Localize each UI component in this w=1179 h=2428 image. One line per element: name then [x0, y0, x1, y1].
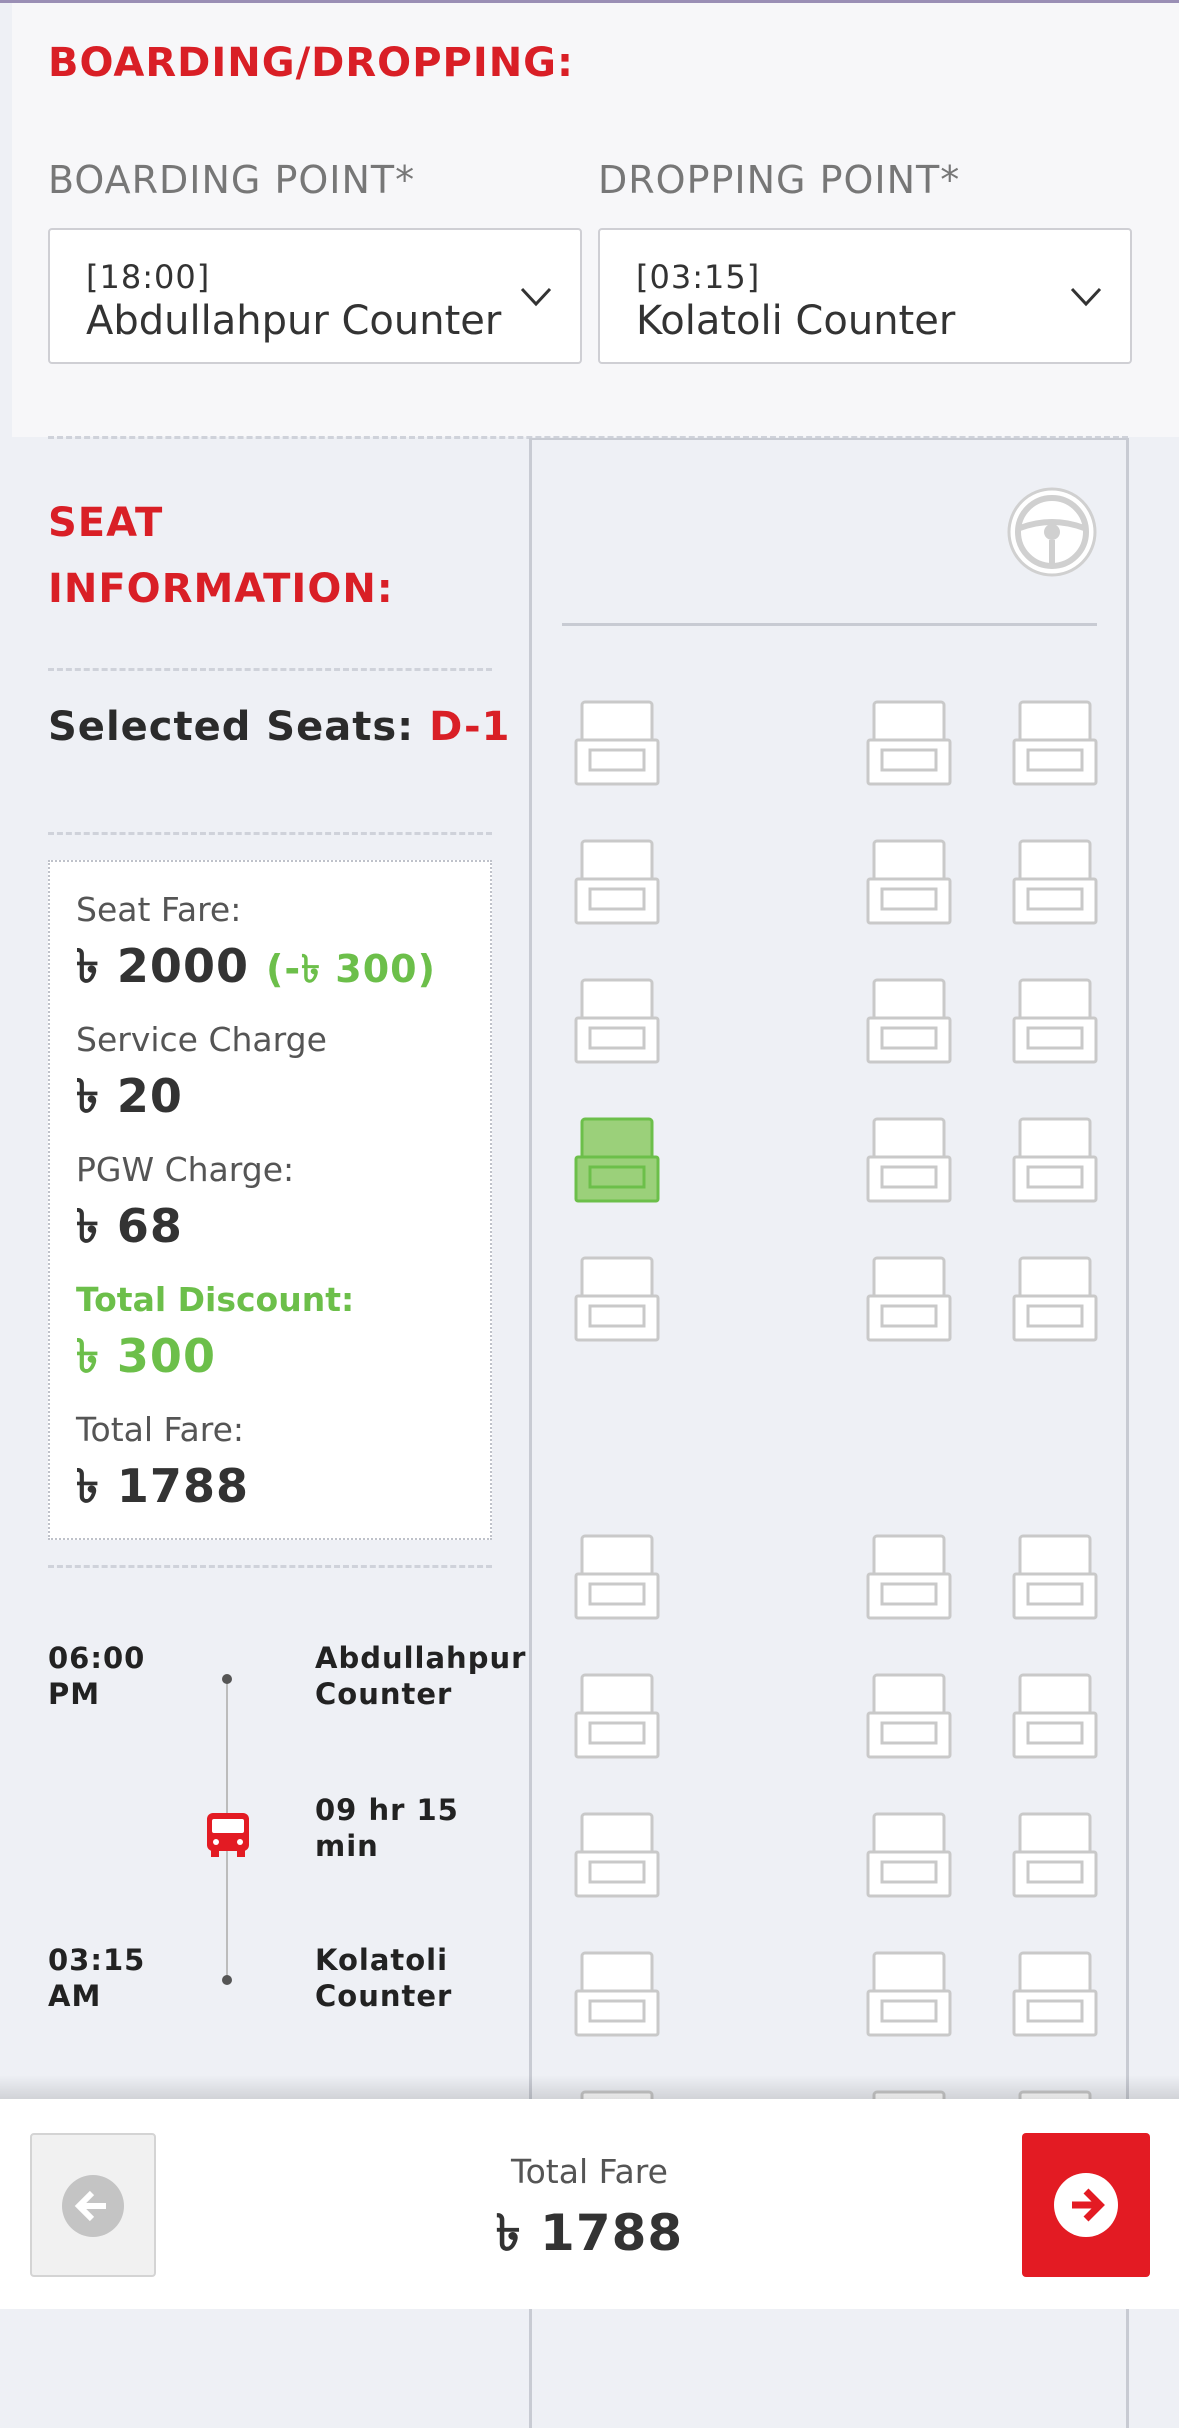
- seat-fare-amount: ৳ 2000: [76, 939, 249, 993]
- pgw-charge-value: ৳ 68: [76, 1199, 183, 1253]
- arrival-place-line1: Kolatoli: [315, 1943, 449, 1977]
- arrival-time-period: AM: [48, 1979, 102, 2013]
- seat[interactable]: [1012, 1673, 1098, 1759]
- total-discount-value: ৳ 300: [76, 1329, 216, 1383]
- seat[interactable]: [1012, 1534, 1098, 1620]
- dropping-time: [03:15]: [636, 258, 761, 296]
- departure-time-period: PM: [48, 1677, 101, 1711]
- duration-line1: 09 hr 15: [315, 1793, 459, 1827]
- service-charge-label: Service Charge: [76, 1020, 327, 1059]
- arrival-time: 03:15 AM: [48, 1942, 145, 2014]
- boarding-point-select[interactable]: [18:00] Abdullahpur Counter: [48, 228, 582, 364]
- seat-fare-value: ৳ 2000 (-৳ 300): [76, 932, 436, 1008]
- dropping-point-label: DROPPING POINT*: [598, 158, 961, 202]
- seat-fare-label: Seat Fare:: [76, 890, 242, 929]
- dropping-point-select[interactable]: [03:15] Kolatoli Counter: [598, 228, 1132, 364]
- duration-line2: min: [315, 1829, 379, 1863]
- seat-title-line1: SEAT: [48, 500, 164, 546]
- seat[interactable]: [866, 700, 952, 786]
- service-charge-value: ৳ 20: [76, 1069, 183, 1123]
- seat[interactable]: [574, 700, 660, 786]
- seat[interactable]: [1012, 1117, 1098, 1203]
- departure-place-line2: Counter: [315, 1677, 453, 1711]
- footer-total-label: Total Fare: [511, 2152, 668, 2191]
- seat[interactable]: [1012, 978, 1098, 1064]
- bus-icon: [207, 1813, 249, 1857]
- seat[interactable]: [866, 1256, 952, 1342]
- seat[interactable]: [574, 1673, 660, 1759]
- selected-seats-label: Selected Seats:: [48, 704, 415, 750]
- seat[interactable]: [1012, 839, 1098, 925]
- divider: [48, 1565, 492, 1568]
- seat[interactable]: [866, 839, 952, 925]
- seat[interactable]: [574, 1534, 660, 1620]
- fare-breakdown-card: Seat Fare: ৳ 2000 (-৳ 300) Service Charg…: [48, 860, 492, 1540]
- divider: [48, 832, 492, 835]
- seat[interactable]: [574, 839, 660, 925]
- seat-fare-discount: (-৳ 300): [265, 947, 436, 991]
- total-discount-label: Total Discount:: [76, 1280, 355, 1319]
- seat[interactable]: [866, 1673, 952, 1759]
- total-fare-label: Total Fare:: [76, 1410, 244, 1449]
- boarding-value: Abdullahpur Counter: [86, 298, 502, 344]
- chevron-down-icon: [520, 287, 552, 307]
- departure-place: Abdullahpur Counter: [315, 1640, 526, 1712]
- boarding-dropping-title: BOARDING/DROPPING:: [48, 40, 575, 86]
- seat[interactable]: [574, 1951, 660, 2037]
- seat[interactable]: [866, 1117, 952, 1203]
- arrival-place: Kolatoli Counter: [315, 1942, 452, 2014]
- seat[interactable]: [866, 1534, 952, 1620]
- pgw-charge-label: PGW Charge:: [76, 1150, 295, 1189]
- seat-information-title: SEAT INFORMATION:: [48, 490, 394, 622]
- bottom-shadow: [0, 2075, 1179, 2099]
- seat[interactable]: [1012, 1256, 1098, 1342]
- seat[interactable]: [1012, 1951, 1098, 2037]
- seat[interactable]: [574, 1812, 660, 1898]
- steering-wheel-icon: [1007, 487, 1097, 577]
- selected-seats-value: D-1: [429, 704, 511, 750]
- seat[interactable]: [866, 978, 952, 1064]
- seat[interactable]: [866, 1951, 952, 2037]
- seat-selected[interactable]: [574, 1117, 660, 1203]
- boarding-point-label: BOARDING POINT*: [48, 158, 416, 202]
- journey-duration: 09 hr 15 min: [315, 1792, 459, 1864]
- departure-time-value: 06:00: [48, 1641, 146, 1675]
- divider: [48, 668, 492, 671]
- seat[interactable]: [1012, 700, 1098, 786]
- seat[interactable]: [1012, 1812, 1098, 1898]
- chevron-down-icon: [1070, 287, 1102, 307]
- arrow-right-icon: [1054, 2173, 1118, 2237]
- departure-place-line1: Abdullahpur: [315, 1641, 527, 1675]
- footer-total-value: ৳ 1788: [495, 2204, 684, 2262]
- seat[interactable]: [574, 1256, 660, 1342]
- selected-seats: Selected Seats: D-1: [48, 704, 510, 750]
- seat-title-line2: INFORMATION:: [48, 566, 394, 612]
- seat[interactable]: [866, 1812, 952, 1898]
- driver-divider: [562, 623, 1097, 626]
- arrival-time-value: 03:15: [48, 1943, 146, 1977]
- departure-dot: [222, 1674, 232, 1684]
- next-button[interactable]: [1022, 2133, 1150, 2277]
- boarding-time: [18:00]: [86, 258, 211, 296]
- seat[interactable]: [574, 978, 660, 1064]
- departure-time: 06:00 PM: [48, 1640, 145, 1712]
- dropping-value: Kolatoli Counter: [636, 298, 956, 344]
- total-fare-value: ৳ 1788: [76, 1459, 249, 1513]
- arrival-place-line2: Counter: [315, 1979, 453, 2013]
- arrival-dot: [222, 1975, 232, 1985]
